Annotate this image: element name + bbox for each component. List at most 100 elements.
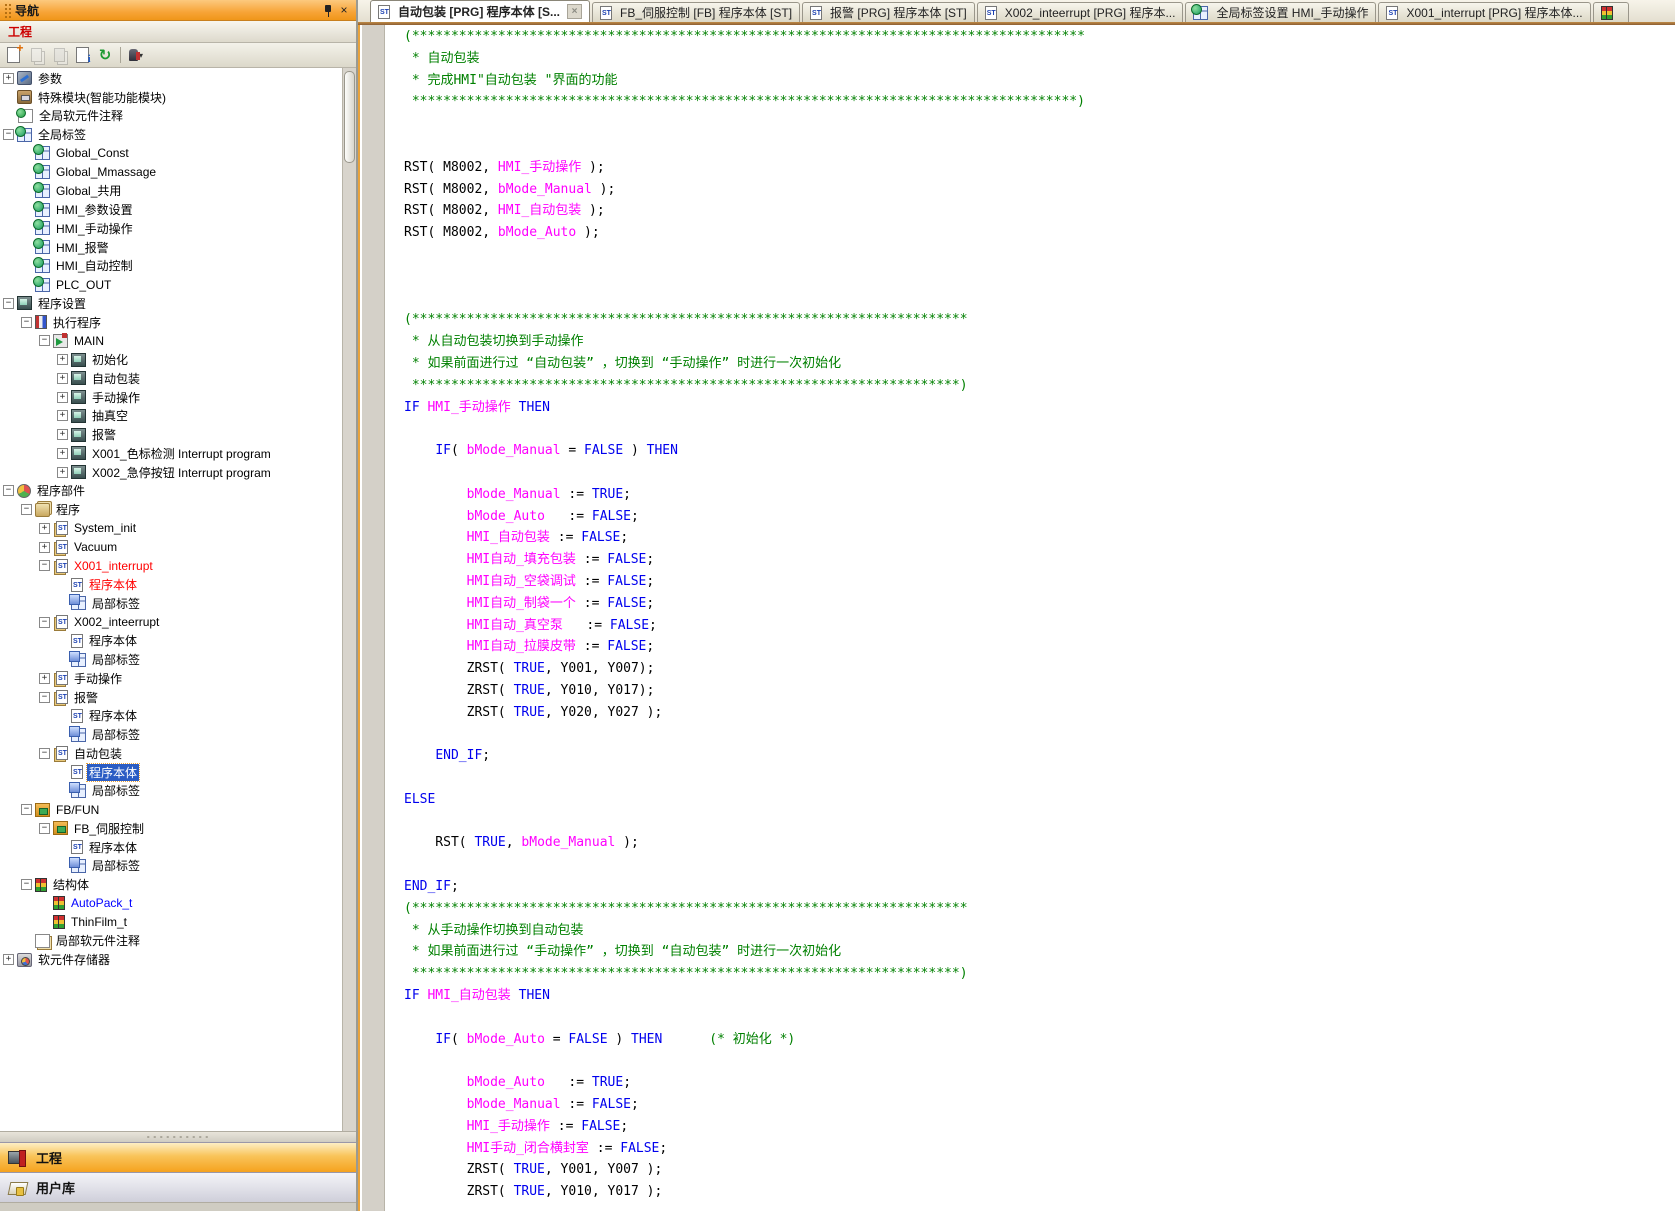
sort-filter-button[interactable]: ▾ bbox=[126, 45, 146, 65]
tree-item[interactable]: HMI_参数设置 bbox=[0, 200, 343, 219]
expand-toggle-icon[interactable]: + bbox=[57, 467, 68, 478]
document-tab-4[interactable]: X002_inteerrupt [PRG] 程序本... bbox=[977, 2, 1184, 22]
code-text-area[interactable]: (***************************************… bbox=[385, 25, 1675, 1211]
expand-toggle-icon[interactable]: + bbox=[3, 954, 14, 965]
tree-item[interactable]: 局部标签 bbox=[0, 857, 343, 876]
expand-toggle-icon[interactable]: + bbox=[57, 373, 68, 384]
tree-item[interactable]: −程序 bbox=[0, 500, 343, 519]
scrollbar-thumb[interactable] bbox=[344, 71, 355, 163]
tree-item[interactable]: +X002_急停按钮 Interrupt program bbox=[0, 463, 343, 482]
new-object-button[interactable] bbox=[3, 45, 23, 65]
tree-item[interactable]: +初始化 bbox=[0, 350, 343, 369]
panel-drag-grip[interactable] bbox=[4, 3, 11, 18]
document-tab-1[interactable]: 自动包装 [PRG] 程序本体 [S...× bbox=[370, 0, 590, 22]
tree-item[interactable]: −X001_interrupt bbox=[0, 557, 343, 576]
tree-item[interactable]: 程序本体 bbox=[0, 575, 343, 594]
tree-item[interactable]: AutoPack_t bbox=[0, 894, 343, 913]
collapse-toggle-icon[interactable]: − bbox=[3, 485, 14, 496]
code-token: ; bbox=[631, 1097, 639, 1112]
expand-toggle-icon[interactable]: + bbox=[57, 410, 68, 421]
tree-item[interactable]: 程序本体 bbox=[0, 707, 343, 726]
property-button[interactable] bbox=[72, 45, 92, 65]
tree-item[interactable]: +手动操作 bbox=[0, 669, 343, 688]
expand-toggle-icon[interactable]: + bbox=[57, 429, 68, 440]
tree-item[interactable]: +System_init bbox=[0, 519, 343, 538]
close-icon[interactable]: × bbox=[336, 3, 352, 18]
code-token: bMode_Auto bbox=[467, 1075, 545, 1090]
collapse-toggle-icon[interactable]: − bbox=[39, 560, 50, 571]
project-view-button[interactable]: 工程 bbox=[0, 1142, 356, 1172]
expand-toggle-icon[interactable]: + bbox=[39, 523, 50, 534]
pin-icon[interactable] bbox=[320, 3, 336, 18]
tree-item[interactable]: HMI_报警 bbox=[0, 238, 343, 257]
tree-item[interactable]: −X002_inteerrupt bbox=[0, 613, 343, 632]
tree-item[interactable]: −全局标签 bbox=[0, 125, 343, 144]
tree-item[interactable]: +Vacuum bbox=[0, 538, 343, 557]
tree-item[interactable]: PLC_OUT bbox=[0, 275, 343, 294]
document-tab-7[interactable] bbox=[1593, 2, 1629, 22]
code-token: ( bbox=[451, 1032, 467, 1047]
expand-toggle-icon[interactable]: + bbox=[39, 673, 50, 684]
document-tab-2[interactable]: FB_伺服控制 [FB] 程序本体 [ST] bbox=[592, 2, 800, 22]
collapse-toggle-icon[interactable]: − bbox=[39, 823, 50, 834]
tree-item[interactable]: −结构体 bbox=[0, 875, 343, 894]
expand-toggle-icon[interactable]: + bbox=[3, 73, 14, 84]
collapse-toggle-icon[interactable]: − bbox=[21, 879, 32, 890]
tree-item[interactable]: +自动包装 bbox=[0, 369, 343, 388]
user-library-view-button[interactable]: 用户库 bbox=[0, 1172, 356, 1202]
tree-item[interactable]: Global_Mmassage bbox=[0, 163, 343, 182]
tree-item[interactable]: ThinFilm_t bbox=[0, 913, 343, 932]
tree-item[interactable]: 局部标签 bbox=[0, 725, 343, 744]
expand-toggle-icon[interactable]: + bbox=[57, 354, 68, 365]
tree-item[interactable]: 局部软元件注释 bbox=[0, 932, 343, 951]
expand-toggle-icon[interactable]: + bbox=[39, 542, 50, 553]
tree-item[interactable]: 局部标签 bbox=[0, 650, 343, 669]
expand-toggle-icon[interactable]: + bbox=[57, 448, 68, 459]
tree-item[interactable]: −自动包装 bbox=[0, 744, 343, 763]
tree-item[interactable]: 特殊模块(智能功能模块) bbox=[0, 88, 343, 107]
tree-item[interactable]: −程序部件 bbox=[0, 482, 343, 501]
collapse-toggle-icon[interactable]: − bbox=[39, 692, 50, 703]
tree-item[interactable]: 程序本体 bbox=[0, 632, 343, 651]
tree-item[interactable]: 局部标签 bbox=[0, 594, 343, 613]
document-tab-6[interactable]: X001_interrupt [PRG] 程序本体... bbox=[1378, 2, 1590, 22]
tree-item[interactable]: 程序本体 bbox=[0, 838, 343, 857]
expand-toggle-icon[interactable]: + bbox=[57, 392, 68, 403]
code-token bbox=[404, 552, 467, 567]
tree-item[interactable]: −FB/FUN bbox=[0, 800, 343, 819]
tree-item[interactable]: 局部标签 bbox=[0, 782, 343, 801]
tree-item[interactable]: −FB_伺服控制 bbox=[0, 819, 343, 838]
tree-item[interactable]: +报警 bbox=[0, 425, 343, 444]
tree-item[interactable]: Global_共用 bbox=[0, 182, 343, 201]
collapse-toggle-icon[interactable]: − bbox=[21, 804, 32, 815]
tree-item[interactable]: +X001_色标检测 Interrupt program bbox=[0, 444, 343, 463]
collapse-toggle-icon[interactable]: − bbox=[21, 504, 32, 515]
tree-item[interactable]: HMI_手动操作 bbox=[0, 219, 343, 238]
collapse-toggle-icon[interactable]: − bbox=[3, 129, 14, 140]
tree-item[interactable]: −执行程序 bbox=[0, 313, 343, 332]
refresh-button[interactable]: ↻ bbox=[95, 45, 115, 65]
collapse-toggle-icon[interactable]: − bbox=[39, 335, 50, 346]
document-tab-5[interactable]: 全局标签设置 HMI_手动操作 bbox=[1185, 2, 1376, 22]
tab-close-icon[interactable]: × bbox=[567, 4, 582, 19]
tree-item[interactable]: +参数 bbox=[0, 69, 343, 88]
tree-item[interactable]: +手动操作 bbox=[0, 388, 343, 407]
code-token: ; bbox=[620, 1119, 628, 1134]
tree-scrollbar[interactable] bbox=[342, 68, 356, 1131]
document-tab-3[interactable]: 报警 [PRG] 程序本体 [ST] bbox=[802, 2, 975, 22]
collapse-toggle-icon[interactable]: − bbox=[21, 317, 32, 328]
tree-item[interactable]: 程序本体 bbox=[0, 763, 343, 782]
collapse-toggle-icon[interactable]: − bbox=[39, 748, 50, 759]
tree-item[interactable]: HMI_自动控制 bbox=[0, 257, 343, 276]
collapse-toggle-icon[interactable]: − bbox=[3, 298, 14, 309]
tree-item[interactable]: Global_Const bbox=[0, 144, 343, 163]
code-line: * 如果前面进行过 “手动操作” ，切换到 “自动包装” 时进行一次初始化 bbox=[404, 941, 1675, 963]
tree-item[interactable]: +软元件存储器 bbox=[0, 950, 343, 969]
tree-item[interactable]: −MAIN bbox=[0, 332, 343, 351]
collapse-toggle-icon[interactable]: − bbox=[39, 617, 50, 628]
tree-item[interactable]: −程序设置 bbox=[0, 294, 343, 313]
tree-item[interactable]: 全局软元件注释 bbox=[0, 107, 343, 126]
tree-item[interactable]: −报警 bbox=[0, 688, 343, 707]
tree-item[interactable]: +抽真空 bbox=[0, 407, 343, 426]
panel-splitter[interactable] bbox=[0, 1131, 356, 1142]
